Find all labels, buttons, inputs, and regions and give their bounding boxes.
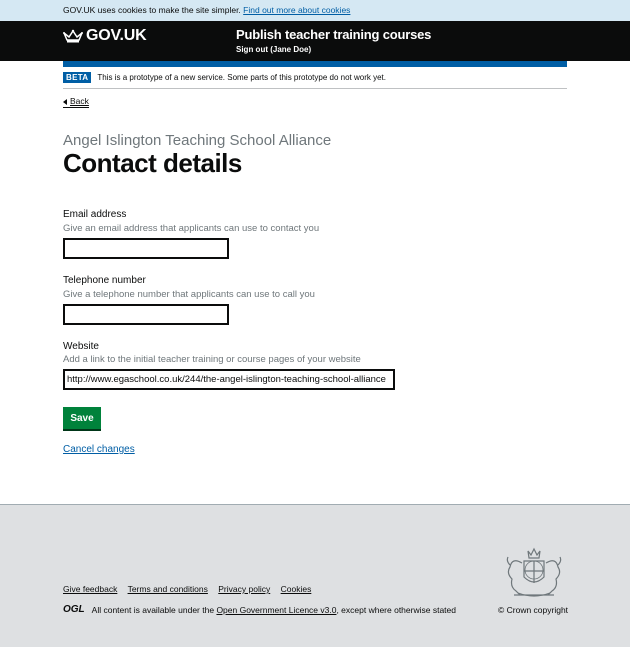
site-header: GOV.UK Publish teacher training courses … — [0, 21, 630, 61]
footer-link-privacy[interactable]: Privacy policy — [218, 584, 270, 594]
licence-prefix: All content is available under the — [91, 604, 215, 615]
footer-link-feedback[interactable]: Give feedback — [63, 584, 117, 594]
telephone-field[interactable] — [63, 304, 229, 325]
website-label: Website — [63, 341, 99, 352]
royal-coat-of-arms-icon — [506, 547, 562, 597]
save-button[interactable]: Save — [63, 407, 101, 429]
back-arrow-icon — [63, 99, 67, 105]
website-field[interactable] — [63, 369, 395, 390]
licence-statement: OGL All content is available under the O… — [63, 604, 456, 615]
website-hint: Add a link to the initial teacher traini… — [63, 354, 361, 365]
govuk-logo-link[interactable]: GOV.UK — [63, 27, 147, 45]
footer-links: Give feedback Terms and conditions Priva… — [63, 584, 319, 594]
service-name[interactable]: Publish teacher training courses — [236, 27, 431, 42]
crown-copyright-link[interactable]: © Crown copyright — [498, 605, 568, 615]
footer-link-terms[interactable]: Terms and conditions — [128, 584, 208, 594]
email-hint: Give an email address that applicants ca… — [63, 223, 320, 234]
cookie-banner-text: GOV.UK uses cookies to make the site sim… — [63, 5, 241, 15]
site-footer: Give feedback Terms and conditions Priva… — [0, 504, 630, 647]
sign-out-link[interactable]: Sign out (Jane Doe) — [236, 45, 311, 54]
cancel-changes-link[interactable]: Cancel changes — [63, 444, 135, 455]
beta-tag: BETA — [63, 72, 92, 83]
licence-suffix: , except where otherwise stated — [336, 604, 456, 615]
crown-icon — [63, 29, 83, 43]
back-link-label: Back — [70, 96, 89, 106]
page-caption: Angel Islington Teaching School Alliance — [63, 132, 332, 149]
cookie-info-link[interactable]: Find out more about cookies — [243, 5, 350, 15]
email-label: Email address — [63, 209, 127, 220]
email-field[interactable] — [63, 238, 229, 259]
telephone-hint: Give a telephone number that applicants … — [63, 289, 315, 300]
page-title: Contact details — [63, 148, 242, 178]
phase-banner: BETA This is a prototype of a new servic… — [63, 67, 567, 89]
footer-link-cookies[interactable]: Cookies — [281, 584, 312, 594]
phase-banner-text: This is a prototype of a new service. So… — [97, 73, 386, 82]
cookie-banner: GOV.UK uses cookies to make the site sim… — [0, 0, 630, 21]
back-link[interactable]: Back — [63, 96, 89, 108]
ogl-logo-icon: OGL — [63, 604, 85, 615]
licence-link[interactable]: Open Government Licence v3.0 — [216, 605, 336, 615]
telephone-label: Telephone number — [63, 275, 146, 286]
govuk-logo-text: GOV.UK — [86, 27, 147, 44]
